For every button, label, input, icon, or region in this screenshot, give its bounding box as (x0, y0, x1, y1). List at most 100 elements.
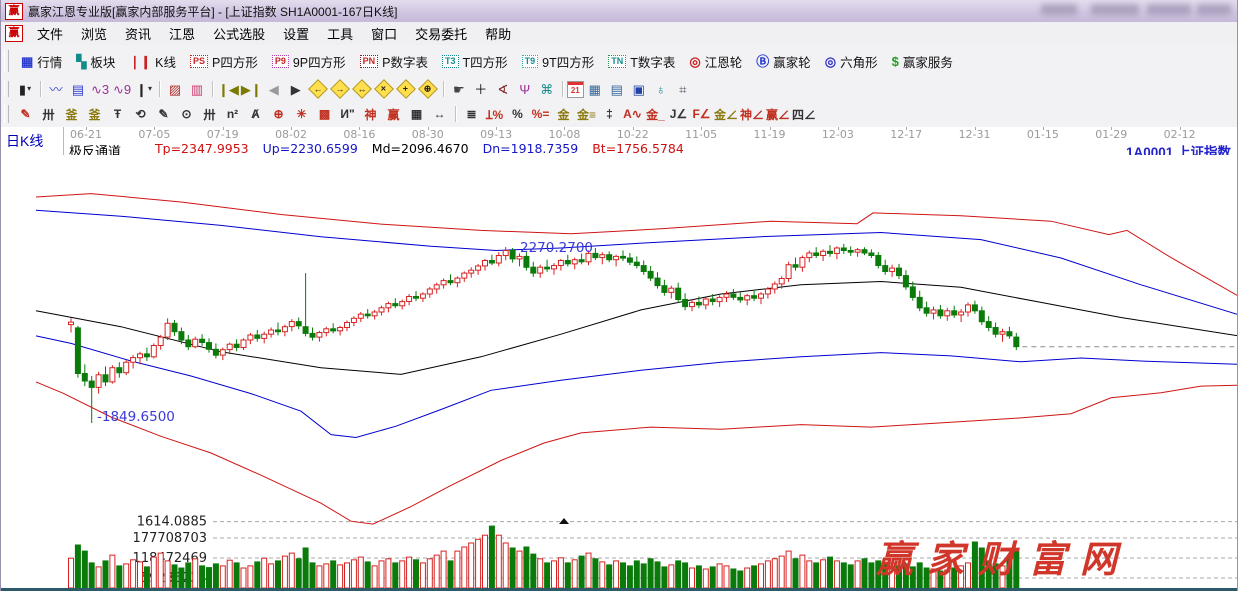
t9-square-button[interactable]: T99T四方形 (515, 52, 602, 71)
gold-circle-icon: 金 (557, 106, 569, 123)
menu-item-1[interactable]: 浏览 (72, 22, 116, 45)
menu-item-9[interactable]: 帮助 (476, 22, 520, 45)
kline-button[interactable]: ❘❙K线 (122, 52, 183, 71)
t-number-button[interactable]: TNT数字表 (601, 52, 682, 71)
p9-square-button[interactable]: P99P四方形 (265, 52, 353, 71)
shen-tool[interactable]: 神 (360, 104, 381, 124)
menu-item-4[interactable]: 公式选股 (204, 22, 274, 45)
hollow-candle-button[interactable]: ❙▾ (134, 80, 154, 99)
menu-item-3[interactable]: 江恩 (160, 22, 204, 45)
winner-service-button[interactable]: $赢家服务 (885, 52, 960, 71)
shift-right-button[interactable]: → (330, 79, 350, 99)
histogram-button[interactable]: ▥ (187, 80, 207, 99)
n2-tool[interactable]: n² (222, 104, 243, 124)
grid2-tool[interactable]: 卅 (199, 104, 220, 124)
menu-item-2[interactable]: 资讯 (116, 22, 160, 45)
spiral-tool[interactable]: ⟲ (130, 104, 151, 124)
wave3-button[interactable]: ∿3 (90, 80, 110, 99)
gold-circle-tool[interactable]: 金 (553, 104, 574, 124)
candle-body (731, 294, 736, 297)
pencil2-tool[interactable]: ✎ (153, 104, 174, 124)
percent-tool[interactable]: % (507, 104, 528, 124)
candle-body (669, 288, 674, 292)
a-slash-tool[interactable]: Ⱥ (245, 104, 266, 124)
ying-angle-icon: 赢∠ (766, 106, 790, 123)
zoom-all-button[interactable]: ⊕ (418, 79, 438, 99)
next-button[interactable]: ▶ (286, 80, 306, 99)
note-icon: ▤ (72, 83, 84, 96)
crosshair-button[interactable]: ＋ (471, 80, 491, 99)
f-angle-tool[interactable]: F∠ (691, 104, 712, 124)
p-number-button[interactable]: PNP数字表 (353, 52, 435, 71)
chart-area[interactable]: 1614.0885177708703118472469592362342270.… (1, 155, 1238, 588)
network-button[interactable]: ♁ (651, 80, 671, 99)
gann-wheel-button[interactable]: ◎江恩轮 (682, 52, 749, 71)
save-button[interactable]: ▣ (629, 80, 649, 99)
candle-style-button[interactable]: ▮▾ (15, 80, 35, 99)
dagger-tool[interactable]: ‡ (599, 104, 620, 124)
knot-tool-button[interactable]: ⌘ (537, 80, 557, 99)
gold-under-tool[interactable]: 金_ (645, 104, 666, 124)
calculator-button[interactable]: ▦ (585, 80, 605, 99)
f-ruler-tool[interactable]: Ŧ (107, 104, 128, 124)
period-panel[interactable]: 日K线 (1, 127, 64, 155)
pan-hand-button[interactable]: ☛ (449, 80, 469, 99)
wave9-button[interactable]: ∿9 (112, 80, 132, 99)
shift-left-button[interactable]: ← (308, 79, 328, 99)
date-label: 06-21 (70, 128, 102, 141)
candle-body (158, 337, 163, 345)
star-web-tool[interactable]: ✳ (291, 104, 312, 124)
fork-tool-button[interactable]: Ψ (515, 80, 535, 99)
pattern-button[interactable]: ▨ (165, 80, 185, 99)
shen-angle-tool[interactable]: 神∠ (740, 104, 764, 124)
shrink-button[interactable]: × (374, 79, 394, 99)
calendar-button[interactable]: 21 (567, 81, 584, 98)
circle-cross-tool[interactable]: ⊕ (268, 104, 289, 124)
diary-button[interactable]: ▤ (607, 80, 627, 99)
ying-tool[interactable]: 赢 (383, 104, 404, 124)
width-tool[interactable]: ↔ (429, 104, 450, 124)
volume-bar (200, 566, 205, 588)
expand-h-button[interactable]: ↔ (352, 79, 372, 99)
grid123-tool[interactable]: ▦ (406, 104, 427, 124)
pencil-tool[interactable]: ✎ (15, 104, 36, 124)
p-square-button[interactable]: PSP四方形 (183, 52, 265, 71)
sectors-button[interactable]: ▚板块 (69, 52, 122, 71)
gann-gold2-tool[interactable]: 釜 (84, 104, 105, 124)
zigzag-tool-button[interactable]: 〰 (46, 80, 66, 99)
grid-tool[interactable]: 卅 (38, 104, 59, 124)
gold-line-tool[interactable]: 金≡ (576, 104, 597, 124)
winner-wheel-button[interactable]: Ⓑ赢家轮 (749, 52, 818, 71)
angle-tool-button[interactable]: ∢ (493, 80, 513, 99)
volume-bar (434, 555, 439, 588)
gann-clock-tool[interactable]: ⊙ (176, 104, 197, 124)
t-square-button[interactable]: T3T四方形 (435, 52, 515, 71)
web-grid-tool[interactable]: ▩ (314, 104, 335, 124)
a-wave-tool[interactable]: A∿ (622, 104, 643, 124)
four-angle-tool[interactable]: 四∠ (792, 104, 816, 124)
menu-item-7[interactable]: 窗口 (362, 22, 406, 45)
menu-item-0[interactable]: 文件 (28, 22, 72, 45)
gann-gold-tool[interactable]: 釜 (61, 104, 82, 124)
zoom-in-button[interactable]: + (396, 79, 416, 99)
gann-wheel-icon: ◎ (689, 55, 700, 68)
menu-item-8[interactable]: 交易委托 (406, 22, 476, 45)
go-last-button[interactable]: ▶❙ (241, 80, 262, 99)
diamond-right-icon: → (335, 85, 344, 94)
ratio-tool[interactable]: ≣ (461, 104, 482, 124)
t-percent-tool[interactable]: Ʇ% (484, 104, 505, 124)
quotes-button[interactable]: ▦行情 (14, 52, 69, 71)
hexagon-button[interactable]: ◎六角形 (818, 52, 885, 71)
remote-button[interactable]: ⌗ (673, 80, 693, 99)
gold-angle-tool[interactable]: 金∠ (714, 104, 738, 124)
kk-tool[interactable]: Иʺ (337, 104, 358, 124)
prev-button[interactable]: ◀ (264, 80, 284, 99)
percent-line-tool[interactable]: %= (530, 104, 551, 124)
menu-item-6[interactable]: 工具 (318, 22, 362, 45)
kline-chart[interactable]: 1614.0885177708703118472469592362342270.… (1, 155, 1238, 591)
j-angle-tool[interactable]: J∠ (668, 104, 689, 124)
menu-item-5[interactable]: 设置 (274, 22, 318, 45)
go-first-button[interactable]: ❙◀ (218, 80, 239, 99)
ying-angle-tool[interactable]: 赢∠ (766, 104, 790, 124)
notes-button[interactable]: ▤ (68, 80, 88, 99)
